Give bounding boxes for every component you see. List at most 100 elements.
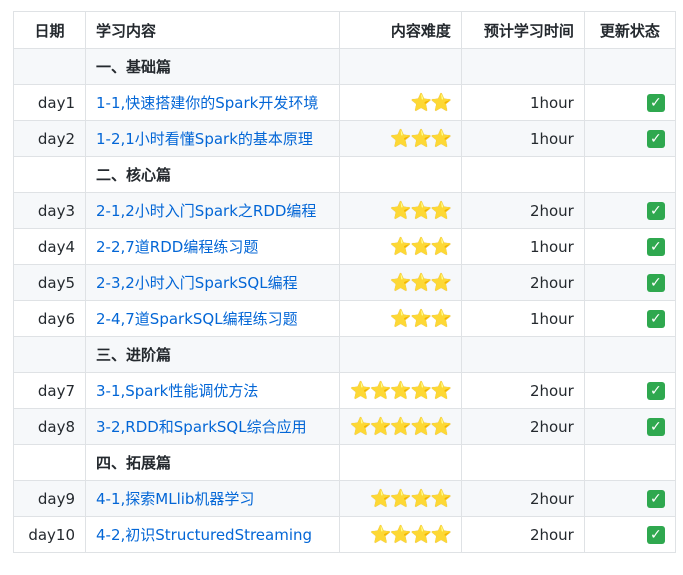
schedule-table: 日期 学习内容 内容难度 预计学习时间 更新状态 一、基础篇 day1 1-1,…: [13, 11, 676, 553]
header-time: 预计学习时间: [460, 11, 585, 49]
empty-cell: [583, 48, 676, 85]
section-row: 二、核心篇: [13, 156, 676, 193]
difficulty-cell: ⭐⭐⭐⭐: [339, 480, 462, 517]
difficulty-cell: ⭐⭐⭐⭐: [339, 516, 462, 553]
star-icon: ⭐⭐⭐: [390, 272, 452, 293]
lesson-link[interactable]: 4-1,探索MLlib机器学习: [96, 490, 254, 508]
header-content: 学习内容: [85, 11, 340, 49]
day-cell: day2: [13, 120, 86, 157]
table-row: day8 3-2,RDD和SparkSQL综合应用 ⭐⭐⭐⭐⭐ 2hour ✓: [13, 408, 676, 445]
table-row: day4 2-2,7道RDD编程练习题 ⭐⭐⭐ 1hour ✓: [13, 228, 676, 265]
check-mark-button-icon: ✓: [646, 417, 665, 436]
check-mark-button-icon: ✓: [646, 309, 665, 328]
time-cell: 1hour: [460, 300, 585, 337]
time-cell: 2hour: [460, 480, 585, 517]
day-cell: day7: [13, 372, 86, 409]
difficulty-cell: ⭐⭐⭐⭐⭐: [339, 408, 462, 445]
difficulty-cell: ⭐⭐⭐⭐⭐: [339, 372, 462, 409]
header-status: 更新状态: [583, 11, 676, 49]
section-row: 一、基础篇: [13, 48, 676, 85]
day-cell: day1: [13, 84, 86, 121]
table-header-row: 日期 学习内容 内容难度 预计学习时间 更新状态: [13, 11, 676, 49]
lesson-link[interactable]: 2-4,7道SparkSQL编程练习题: [96, 310, 298, 328]
check-mark-button-icon: ✓: [646, 489, 665, 508]
lesson-link[interactable]: 4-2,初识StructuredStreaming: [96, 526, 312, 544]
content-cell: 4-2,初识StructuredStreaming: [85, 516, 340, 553]
difficulty-cell: ⭐⭐⭐: [339, 300, 462, 337]
check-mark-button-icon: ✓: [646, 381, 665, 400]
star-icon: ⭐⭐⭐⭐: [370, 524, 452, 545]
section-title: 四、拓展篇: [85, 444, 340, 481]
difficulty-cell: ⭐⭐⭐: [339, 120, 462, 157]
time-cell: 2hour: [460, 516, 585, 553]
lesson-link[interactable]: 2-2,7道RDD编程练习题: [96, 238, 258, 256]
difficulty-cell: ⭐⭐⭐: [339, 264, 462, 301]
empty-cell: [339, 48, 462, 85]
section-title: 三、进阶篇: [85, 336, 340, 373]
empty-cell: [339, 444, 462, 481]
content-cell: 2-4,7道SparkSQL编程练习题: [85, 300, 340, 337]
table-row: day10 4-2,初识StructuredStreaming ⭐⭐⭐⭐ 2ho…: [13, 516, 676, 553]
empty-cell: [460, 336, 585, 373]
table-row: day9 4-1,探索MLlib机器学习 ⭐⭐⭐⭐ 2hour ✓: [13, 480, 676, 517]
section-day-cell: [13, 336, 86, 373]
status-cell: ✓: [583, 84, 676, 121]
lesson-link[interactable]: 2-3,2小时入门SparkSQL编程: [96, 274, 298, 292]
check-mark-button-icon: ✓: [646, 525, 665, 544]
empty-cell: [339, 336, 462, 373]
day-cell: day6: [13, 300, 86, 337]
empty-cell: [583, 156, 676, 193]
content-cell: 1-1,快速搭建你的Spark开发环境: [85, 84, 340, 121]
star-icon: ⭐⭐⭐: [390, 308, 452, 329]
content-cell: 1-2,1小时看懂Spark的基本原理: [85, 120, 340, 157]
lesson-link[interactable]: 3-2,RDD和SparkSQL综合应用: [96, 418, 307, 436]
empty-cell: [583, 444, 676, 481]
difficulty-cell: ⭐⭐⭐: [339, 228, 462, 265]
table-row: day2 1-2,1小时看懂Spark的基本原理 ⭐⭐⭐ 1hour ✓: [13, 120, 676, 157]
content-cell: 4-1,探索MLlib机器学习: [85, 480, 340, 517]
status-cell: ✓: [583, 480, 676, 517]
time-cell: 2hour: [460, 408, 585, 445]
check-mark-button-icon: ✓: [646, 93, 665, 112]
content-cell: 2-2,7道RDD编程练习题: [85, 228, 340, 265]
status-cell: ✓: [583, 372, 676, 409]
lesson-link[interactable]: 3-1,Spark性能调优方法: [96, 382, 258, 400]
day-cell: day9: [13, 480, 86, 517]
empty-cell: [339, 156, 462, 193]
status-cell: ✓: [583, 192, 676, 229]
time-cell: 1hour: [460, 228, 585, 265]
empty-cell: [460, 444, 585, 481]
lesson-link[interactable]: 1-1,快速搭建你的Spark开发环境: [96, 94, 318, 112]
content-cell: 2-3,2小时入门SparkSQL编程: [85, 264, 340, 301]
lesson-link[interactable]: 1-2,1小时看懂Spark的基本原理: [96, 130, 313, 148]
difficulty-cell: ⭐⭐⭐: [339, 192, 462, 229]
header-difficulty: 内容难度: [339, 11, 462, 49]
time-cell: 2hour: [460, 192, 585, 229]
content-cell: 3-1,Spark性能调优方法: [85, 372, 340, 409]
lesson-link[interactable]: 2-1,2小时入门Spark之RDD编程: [96, 202, 316, 220]
star-icon: ⭐⭐⭐: [390, 128, 452, 149]
day-cell: day8: [13, 408, 86, 445]
content-cell: 3-2,RDD和SparkSQL综合应用: [85, 408, 340, 445]
section-day-cell: [13, 48, 86, 85]
time-cell: 2hour: [460, 372, 585, 409]
section-title: 二、核心篇: [85, 156, 340, 193]
section-row: 三、进阶篇: [13, 336, 676, 373]
day-cell: day4: [13, 228, 86, 265]
status-cell: ✓: [583, 408, 676, 445]
section-day-cell: [13, 156, 86, 193]
star-icon: ⭐⭐⭐⭐: [370, 488, 452, 509]
time-cell: 1hour: [460, 84, 585, 121]
star-icon: ⭐⭐⭐⭐⭐: [350, 416, 452, 437]
table-row: day7 3-1,Spark性能调优方法 ⭐⭐⭐⭐⭐ 2hour ✓: [13, 372, 676, 409]
star-icon: ⭐⭐⭐⭐⭐: [350, 380, 452, 401]
empty-cell: [460, 48, 585, 85]
status-cell: ✓: [583, 228, 676, 265]
table-row: day6 2-4,7道SparkSQL编程练习题 ⭐⭐⭐ 1hour ✓: [13, 300, 676, 337]
check-mark-button-icon: ✓: [646, 237, 665, 256]
star-icon: ⭐⭐: [410, 92, 452, 113]
section-day-cell: [13, 444, 86, 481]
table-row: day1 1-1,快速搭建你的Spark开发环境 ⭐⭐ 1hour ✓: [13, 84, 676, 121]
time-cell: 2hour: [460, 264, 585, 301]
status-cell: ✓: [583, 120, 676, 157]
